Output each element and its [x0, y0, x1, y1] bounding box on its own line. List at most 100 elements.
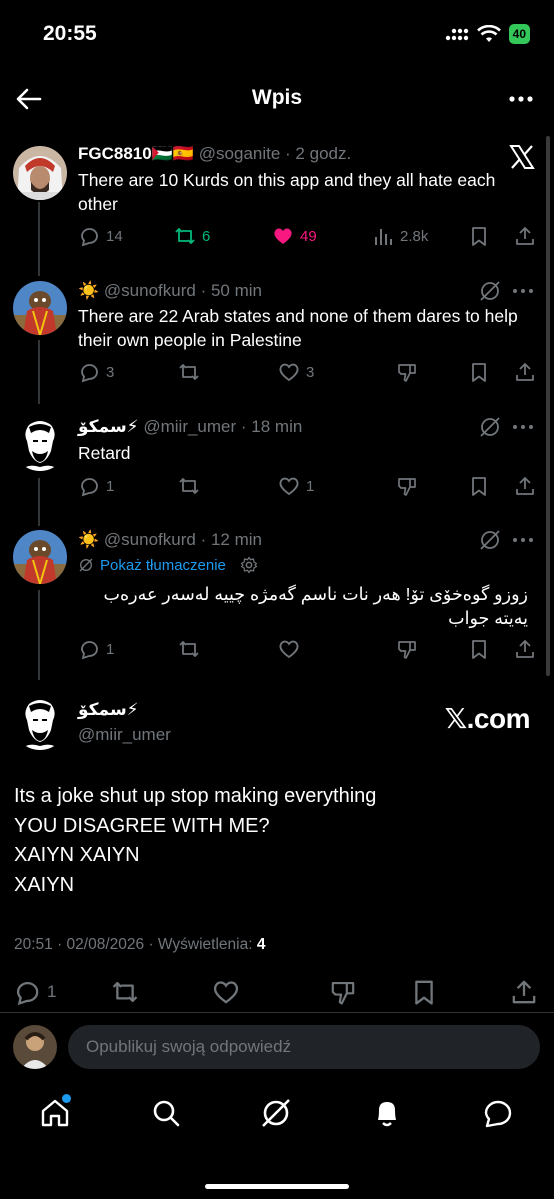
share-button[interactable] — [510, 978, 538, 1006]
avatar[interactable] — [13, 417, 67, 471]
downvote-icon — [331, 982, 355, 1005]
like-button[interactable]: 1 — [278, 475, 314, 497]
share-icon — [516, 640, 534, 658]
like-button[interactable] — [278, 638, 300, 660]
author-handle[interactable]: @miir_umer — [78, 725, 171, 745]
more-icon[interactable] — [510, 281, 536, 301]
show-translation-link[interactable]: Pokaż tłumaczenie — [78, 556, 258, 574]
post-header: ☀️ @sunofkurd · 12 min — [78, 530, 262, 550]
author-name[interactable]: سمکۆ⚡ — [78, 417, 139, 436]
post-item[interactable]: ☀️ @sunofkurd · 50 min There are 22 Arab… — [0, 281, 554, 391]
reply-input[interactable]: Opublikuj swoją odpowiedź — [68, 1025, 540, 1069]
reply-button[interactable]: 14 — [78, 225, 123, 247]
divider — [0, 1012, 554, 1013]
post-text: Retard — [78, 443, 131, 463]
grok-nav-icon[interactable] — [259, 1096, 293, 1130]
gear-icon[interactable] — [240, 556, 258, 574]
post-timestamp: 20:51 · 02/08/2026 · Wyświetlenia: — [14, 936, 253, 953]
grok-icon[interactable] — [478, 528, 502, 552]
author-name[interactable]: سمکۆ⚡ — [78, 700, 139, 719]
messages-icon[interactable] — [481, 1096, 515, 1130]
post-time: · 12 min — [200, 530, 262, 549]
repost-button[interactable]: 6 — [174, 225, 210, 247]
avatar[interactable] — [13, 146, 67, 200]
author-name[interactable]: ☀️ — [78, 281, 99, 300]
post-text: زوزو گوەخۆی تۆ! هەر نات ناسم گەمژە چییە … — [103, 584, 529, 628]
repost-icon — [179, 364, 199, 380]
repost-count: 6 — [202, 227, 211, 245]
reply-button[interactable]: 1 — [13, 978, 56, 1006]
author-handle[interactable]: @sunofkurd — [104, 530, 196, 549]
post-header: ☀️ @sunofkurd · 50 min — [78, 281, 262, 301]
reply-button[interactable]: 3 — [78, 361, 114, 383]
main-post-text: Its a joke shut up stop making everythin… — [14, 782, 534, 900]
reply-bar: Opublikuj swoją odpowiedź — [0, 1020, 554, 1076]
like-button[interactable] — [212, 978, 240, 1006]
main-post-line: YOU DISAGREE WITH ME? — [14, 814, 270, 837]
search-icon[interactable] — [149, 1096, 183, 1130]
bookmark-icon — [415, 980, 433, 1005]
main-post-line: Its a joke shut up stop making everythin… — [14, 785, 377, 807]
bell-icon[interactable] — [370, 1096, 404, 1130]
downvote-button[interactable] — [396, 361, 418, 383]
repost-button[interactable] — [178, 361, 200, 383]
author-name[interactable]: FGC8810🇵🇸🇪🇸 — [78, 144, 194, 163]
more-icon[interactable] — [506, 84, 536, 114]
status-icons: 40 — [445, 24, 530, 44]
grok-icon[interactable] — [478, 415, 502, 439]
repost-button[interactable] — [110, 978, 140, 1006]
bookmark-icon — [472, 640, 486, 659]
repost-button[interactable] — [178, 475, 200, 497]
main-post-line: XAIYN — [14, 873, 75, 896]
post-item[interactable]: سمکۆ⚡ @miir_umer · 18 min Retard 1 1 — [0, 417, 554, 507]
repost-icon — [179, 478, 199, 494]
post-item[interactable]: FGC8810🇵🇸🇪🇸 @soganite · 2 godz. There ar… — [0, 144, 554, 254]
post-actions: 14 6 49 2.8k — [78, 225, 538, 249]
downvote-button[interactable] — [396, 638, 418, 660]
post-text: There are 22 Arab states and none of the… — [78, 306, 518, 350]
share-button[interactable] — [514, 361, 536, 383]
share-button[interactable] — [514, 475, 536, 497]
author-handle[interactable]: @soganite — [199, 144, 281, 163]
author-name[interactable]: ☀️ — [78, 530, 99, 549]
views-button[interactable]: 2.8k — [372, 225, 428, 247]
signal-icon — [445, 28, 468, 41]
home-indicator — [205, 1184, 349, 1189]
repost-icon — [179, 641, 199, 657]
avatar[interactable] — [13, 530, 67, 584]
reply-icon — [16, 981, 39, 1006]
share-button[interactable] — [514, 225, 536, 247]
author-handle[interactable]: @sunofkurd — [104, 281, 196, 300]
grok-icon[interactable] — [478, 279, 502, 303]
author-handle[interactable]: @miir_umer — [143, 417, 236, 436]
reply-count: 1 — [106, 477, 115, 495]
page-title: Wpis — [251, 86, 303, 109]
reply-button[interactable]: 1 — [78, 638, 114, 660]
more-icon[interactable] — [510, 530, 536, 550]
bookmark-button[interactable] — [410, 978, 438, 1006]
x-com-watermark: 𝕏.com — [444, 703, 531, 734]
bookmark-button[interactable] — [468, 361, 490, 383]
downvote-button[interactable] — [396, 475, 418, 497]
share-button[interactable] — [514, 638, 536, 660]
post-actions: 1 1 — [78, 475, 538, 499]
post-item[interactable]: ☀️ @sunofkurd · 12 min Pokaż tłumaczenie… — [0, 530, 554, 670]
show-translation-label[interactable]: Pokaż tłumaczenie — [100, 557, 226, 574]
repost-button[interactable] — [178, 638, 200, 660]
downvote-button[interactable] — [329, 978, 357, 1006]
avatar[interactable] — [13, 696, 67, 750]
post-actions: 3 3 — [78, 361, 538, 385]
avatar[interactable] — [13, 281, 67, 335]
reply-icon — [81, 641, 98, 660]
like-button[interactable]: 3 — [278, 361, 314, 383]
post-header: FGC8810🇵🇸🇪🇸 @soganite · 2 godz. — [78, 144, 351, 164]
bookmark-button[interactable] — [468, 475, 490, 497]
more-icon[interactable] — [510, 417, 536, 437]
bookmark-button[interactable] — [468, 638, 490, 660]
reply-button[interactable]: 1 — [78, 475, 114, 497]
status-time: 20:55 — [43, 22, 97, 45]
like-button[interactable]: 49 — [272, 225, 317, 247]
bookmark-button[interactable] — [468, 225, 490, 247]
avatar[interactable] — [13, 1025, 57, 1069]
post-time: · 50 min — [200, 281, 262, 300]
